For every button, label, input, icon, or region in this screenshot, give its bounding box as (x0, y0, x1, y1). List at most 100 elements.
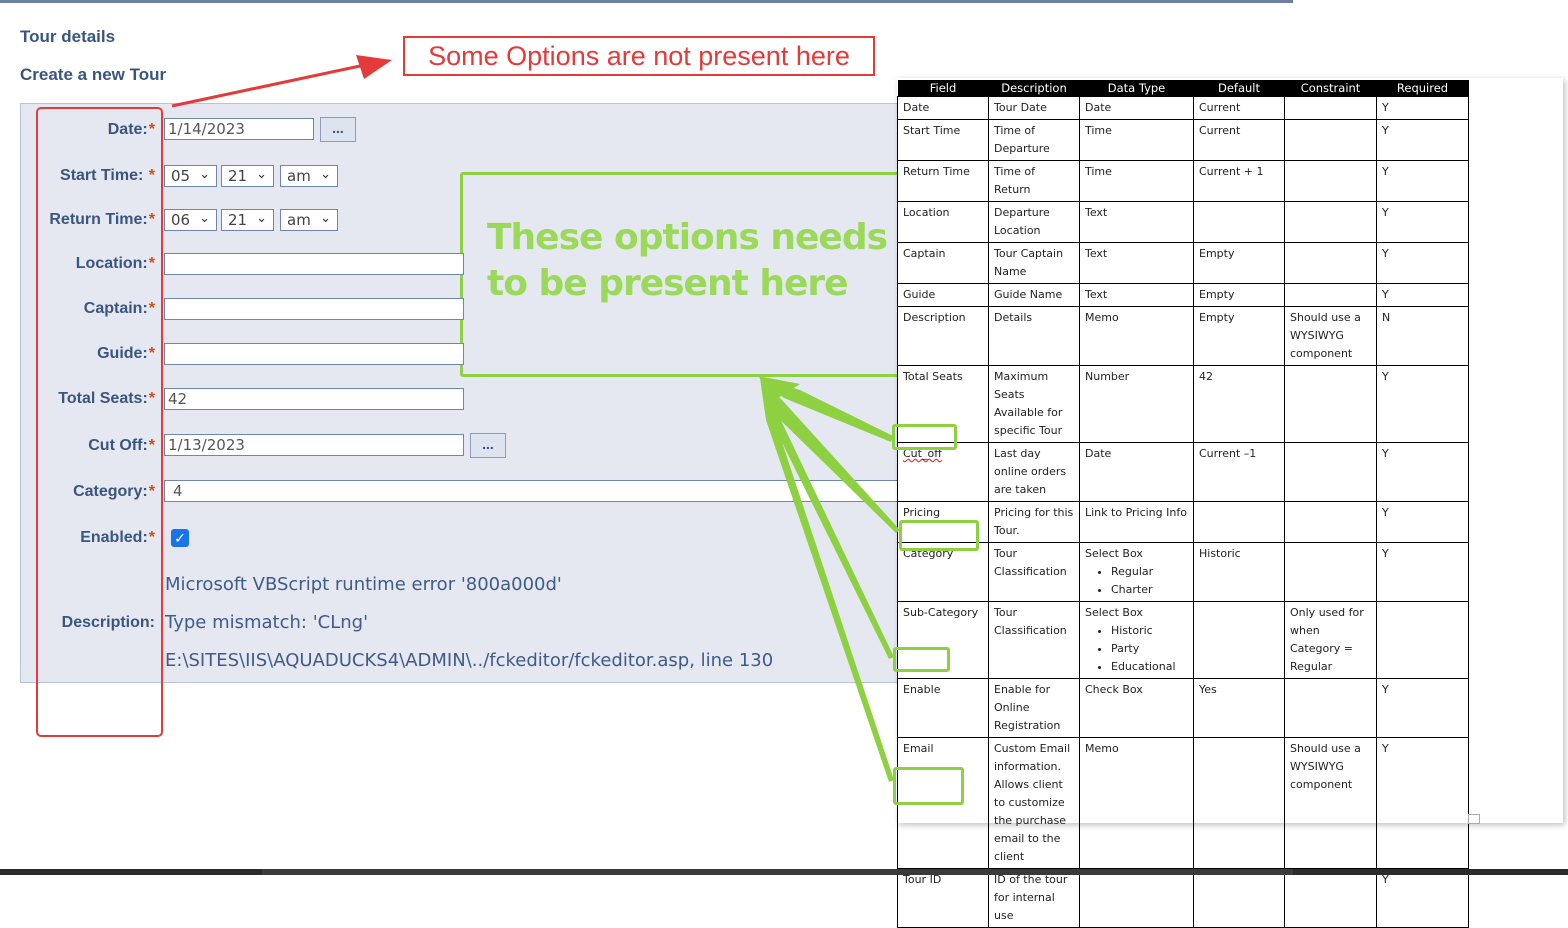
spec-cell-text: Check Box (1085, 683, 1143, 696)
location-input[interactable] (164, 253, 464, 275)
spec-cell-type: Text (1079, 201, 1194, 243)
spec-cell-description: Tour Classification (988, 542, 1080, 602)
spec-cell-required: Y (1376, 119, 1469, 161)
spec-cell-text: Tour Captain Name (994, 247, 1064, 278)
spec-cell-text: Y (1382, 288, 1389, 301)
spec-cell-default: Empty (1193, 306, 1285, 366)
date-picker-button[interactable]: ... (320, 117, 356, 142)
chevron-down-icon: ⌄ (256, 167, 267, 182)
spec-cell-field: Category (897, 542, 989, 602)
spec-cell-required: Y (1376, 160, 1469, 202)
spec-document: Field Description Data Type Default Constrai… (897, 78, 1563, 928)
spec-cell-text: Select Box (1085, 606, 1143, 619)
spec-cell-field: Cut_off (897, 442, 989, 502)
spec-cell-type: Time (1079, 160, 1194, 202)
spec-cell-type: Select Box HistoricPartyEducational (1079, 601, 1194, 679)
start-ampm-select[interactable]: am ⌄ (280, 165, 338, 187)
error-line-2: Type mismatch: 'CLng' (165, 612, 369, 633)
spec-cell-text: Start Time (903, 124, 961, 137)
start-minute-select[interactable]: 21 ⌄ (221, 165, 274, 187)
spec-cell-constraint (1284, 868, 1377, 928)
list-item: Party (1111, 640, 1188, 658)
table-row: Captain Tour Captain Name Text Empty Y (897, 242, 1469, 284)
spec-cell-type: Date (1079, 96, 1194, 120)
spec-cell-required: Y (1376, 868, 1469, 928)
check-icon: ✓ (174, 530, 186, 546)
spec-cell-text: Y (1382, 247, 1389, 260)
top-rule (0, 0, 1293, 3)
category-input[interactable]: 4 (164, 480, 897, 502)
spec-cell-text: Enable (903, 683, 941, 696)
spec-cell-description: Maximum Seats Available for specific Tou… (988, 365, 1080, 443)
table-row: Enable Enable for Online Registration Chec… (897, 678, 1469, 738)
table-row: Cut_off Last day online orders are taken D… (897, 442, 1469, 502)
spec-cell-default (1193, 737, 1285, 869)
spec-cell-type: Memo (1079, 306, 1194, 366)
table-row: Total Seats Maximum Seats Available for s… (897, 365, 1469, 443)
spec-cell-type: Date (1079, 442, 1194, 502)
spec-cell-constraint (1284, 283, 1377, 307)
list-item: Regular (1111, 563, 1188, 581)
table-row: Date Tour Date Date Current Y (897, 96, 1469, 120)
cut-off-input[interactable]: 1/13/2023 (164, 434, 464, 456)
spec-cell-required: Y (1376, 201, 1469, 243)
spec-cell-text: Time of Departure (994, 124, 1050, 155)
table-row: Tour ID ID of the tour for internal use Y (897, 868, 1469, 928)
spec-cell-required: Y (1376, 737, 1469, 869)
spec-cell-text: Y (1382, 742, 1389, 755)
spec-cell-description: ID of the tour for internal use (988, 868, 1080, 928)
spec-cell-field: Enable (897, 678, 989, 738)
spec-cell-text: Tour Date (994, 101, 1047, 114)
spec-cell-type: Time (1079, 119, 1194, 161)
spec-cell-text: Y (1382, 447, 1389, 460)
spec-cell-text: Sub-Category (903, 606, 979, 619)
spec-cell-type: Text (1079, 283, 1194, 307)
spec-cell-default: Current (1193, 119, 1285, 161)
date-input[interactable]: 1/14/2023 (164, 118, 314, 140)
table-row: Pricing Pricing for this Tour. Link to Pri… (897, 501, 1469, 543)
captain-input[interactable] (164, 298, 464, 320)
start-hour-select[interactable]: 05 ⌄ (164, 165, 217, 187)
guide-input[interactable] (164, 343, 464, 365)
return-minute-select[interactable]: 21 ⌄ (221, 209, 274, 231)
red-callout: Some Options are not present here (403, 36, 875, 76)
enabled-checkbox[interactable]: ✓ (171, 529, 189, 547)
email-highlight (893, 647, 950, 672)
spec-cell-field: Start Time (897, 119, 989, 161)
spec-cell-field: Captain (897, 242, 989, 284)
spec-cell-default: Empty (1193, 283, 1285, 307)
chevron-down-icon: ⌄ (199, 211, 210, 226)
spec-cell-constraint (1284, 160, 1377, 202)
table-row: Sub-Category Tour Classification Select Bo… (897, 601, 1469, 679)
spec-cell-description: Time of Departure (988, 119, 1080, 161)
spec-cell-text: Text (1085, 247, 1108, 260)
spec-cell-default (1193, 868, 1285, 928)
return-hour-select[interactable]: 06 ⌄ (164, 209, 217, 231)
total-seats-input[interactable]: 42 (164, 388, 464, 410)
table-row: Return Time Time of Return Time Current + 1… (897, 160, 1469, 202)
spec-cell-text: Memo (1085, 311, 1119, 324)
spec-cell-text: Current + 1 (1199, 165, 1264, 178)
spec-cell-text: Enable for Online Registration (994, 683, 1061, 732)
spec-cell-text: Pricing for this Tour. (994, 506, 1074, 537)
spec-cell-required: Y (1376, 442, 1469, 502)
spec-cell-text: Number (1085, 370, 1130, 383)
cut-off-picker-button[interactable]: ... (470, 433, 506, 458)
spec-cell-field: Location (897, 201, 989, 243)
spec-cell-text: Guide Name (994, 288, 1063, 301)
spec-header-cell: Field (897, 80, 989, 97)
spec-cell-default: Current (1193, 96, 1285, 120)
spec-cell-constraint (1284, 678, 1377, 738)
spec-cell-required: Y (1376, 678, 1469, 738)
spec-header-cell: Default (1193, 80, 1285, 97)
spec-cell-text: Empty (1199, 247, 1235, 260)
subcategory-highlight (899, 520, 979, 551)
return-ampm-select[interactable]: am ⌄ (280, 209, 338, 231)
tourid-highlight (893, 767, 964, 805)
spec-cell-description: Pricing for this Tour. (988, 501, 1080, 543)
spec-cell-text: Text (1085, 288, 1108, 301)
pricing-highlight (892, 424, 957, 450)
error-line-1: Microsoft VBScript runtime error '800a00… (165, 574, 562, 595)
bottom-bar (0, 869, 1568, 875)
spec-cell-text: Time (1085, 165, 1112, 178)
